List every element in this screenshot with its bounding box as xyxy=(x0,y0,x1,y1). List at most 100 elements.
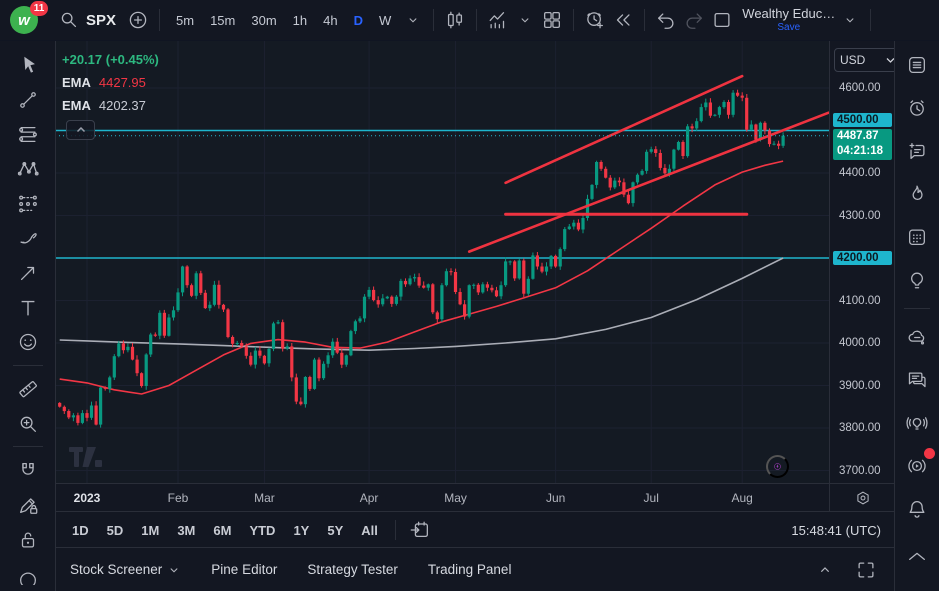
price-axis[interactable]: USD 4600.004400.004300.004100.004000.003… xyxy=(829,40,895,483)
fib-tool-button[interactable] xyxy=(9,117,47,151)
square-layout-icon xyxy=(711,9,733,31)
clock-utc[interactable]: 15:48:41 (UTC) xyxy=(791,523,885,538)
alert-price-label[interactable]: 4500.00 xyxy=(833,113,892,127)
pencil-lock-tool-button[interactable] xyxy=(9,488,47,522)
range-1m-button[interactable]: 1M xyxy=(134,519,166,542)
save-link[interactable]: Save xyxy=(777,22,800,33)
grid-layout-icon xyxy=(541,9,563,31)
layout-menu-button[interactable] xyxy=(837,6,863,34)
watchlist-panel-button[interactable] xyxy=(902,50,932,80)
live-indicator-dot xyxy=(924,448,935,459)
instant-trading-button[interactable] xyxy=(766,455,789,478)
forecast-tool-button[interactable] xyxy=(9,187,47,221)
chevron-down-icon xyxy=(406,13,420,27)
bar-replay-button[interactable] xyxy=(609,6,637,34)
brush-tool-button[interactable] xyxy=(9,221,47,255)
toolbar-divider xyxy=(13,446,43,447)
note-plus-panel-button[interactable] xyxy=(902,136,932,166)
create-alert-button[interactable] xyxy=(581,6,609,34)
maximize-panel-button[interactable] xyxy=(852,556,880,584)
trend-line-icon xyxy=(17,89,39,111)
candlestick-chart[interactable] xyxy=(55,40,830,483)
tab-strategy-tester[interactable]: Strategy Tester xyxy=(307,562,398,577)
goto-date-button[interactable] xyxy=(406,516,434,544)
axis-settings-corner xyxy=(829,484,895,512)
expand-panel-button[interactable] xyxy=(812,556,838,584)
chart-pane[interactable]: +20.17 (+0.45%) EMA 4427.95 EMA 4202.37 xyxy=(55,40,830,483)
ruler-tool-button[interactable] xyxy=(9,372,47,406)
indicator-row-ema-slow[interactable]: EMA 4202.37 xyxy=(62,95,159,118)
range-3m-button[interactable]: 3M xyxy=(170,519,202,542)
chart-settings-button[interactable] xyxy=(850,484,876,512)
timeframe-5m[interactable]: 5m xyxy=(169,9,201,32)
calendar-panel-button[interactable] xyxy=(902,222,932,252)
maximize-icon xyxy=(855,559,877,581)
toolbar-divider xyxy=(476,9,477,31)
timeframe-30m[interactable]: 30m xyxy=(244,9,283,32)
circle-partial-tool-button[interactable] xyxy=(9,557,47,591)
fib-icon xyxy=(17,123,39,145)
bell-icon xyxy=(906,498,928,520)
time-tick-Apr: Apr xyxy=(360,491,379,505)
save-layout-button[interactable] xyxy=(708,6,736,34)
flame-panel-button[interactable] xyxy=(902,179,932,209)
candles-icon xyxy=(444,9,466,31)
arrow-ne-tool-button[interactable] xyxy=(9,256,47,290)
indicators-button[interactable] xyxy=(484,6,512,34)
symbol-search-button[interactable]: SPX xyxy=(50,6,124,34)
time-axis-labels[interactable]: 2023FebMarAprMayJunJulAug xyxy=(55,484,830,512)
watchlist-icon xyxy=(906,54,928,76)
range-ytd-button[interactable]: YTD xyxy=(242,519,282,542)
text-tool-button[interactable] xyxy=(9,291,47,325)
ruler-icon xyxy=(17,378,39,400)
tab-stock-screener[interactable]: Stock Screener xyxy=(70,562,181,577)
cloud-panel-button[interactable] xyxy=(902,322,932,352)
bulb-waves-panel-button[interactable] xyxy=(902,408,932,438)
lock-tool-button[interactable] xyxy=(9,523,47,557)
cube-partial-panel-button[interactable] xyxy=(902,537,932,567)
bar-countdown: 04:21:18 xyxy=(837,144,888,159)
undo-button[interactable] xyxy=(652,6,680,34)
zoom-in-tool-button[interactable] xyxy=(9,407,47,441)
text-icon xyxy=(17,297,39,319)
timeframe-W[interactable]: W xyxy=(372,9,398,32)
chevron-down-icon xyxy=(843,13,857,27)
redo-button[interactable] xyxy=(680,6,708,34)
range-5y-button[interactable]: 5Y xyxy=(320,519,350,542)
bell-panel-button[interactable] xyxy=(902,494,932,524)
alarm-panel-button[interactable] xyxy=(902,93,932,123)
layout-grid-button[interactable] xyxy=(538,6,566,34)
range-5d-button[interactable]: 5D xyxy=(100,519,131,542)
cursor-tool-button[interactable] xyxy=(9,48,47,82)
user-menu-button[interactable]: w 11 xyxy=(8,5,42,35)
alert-price-label[interactable]: 4200.00 xyxy=(833,251,892,265)
chat-panel-button[interactable] xyxy=(902,365,932,395)
range-all-button[interactable]: All xyxy=(354,519,385,542)
xabcd-tool-button[interactable] xyxy=(9,152,47,186)
timeframe-menu-button[interactable] xyxy=(400,6,426,34)
tab-pine-editor[interactable]: Pine Editor xyxy=(211,562,277,577)
timeframe-D[interactable]: D xyxy=(347,9,370,32)
chart-style-button[interactable] xyxy=(441,6,469,34)
lock-icon xyxy=(17,529,39,551)
compare-add-symbol-button[interactable] xyxy=(124,6,152,34)
indicator-row-ema-fast[interactable]: EMA 4427.95 xyxy=(62,72,159,95)
live-panel-button[interactable] xyxy=(902,451,932,481)
emoji-tool-button[interactable] xyxy=(9,325,47,359)
timeframe-1h[interactable]: 1h xyxy=(286,9,314,32)
range-1y-button[interactable]: 1Y xyxy=(286,519,316,542)
timeframe-4h[interactable]: 4h xyxy=(316,9,344,32)
timeframe-15m[interactable]: 15m xyxy=(203,9,242,32)
tab-trading-panel[interactable]: Trading Panel xyxy=(428,562,512,577)
range-6m-button[interactable]: 6M xyxy=(206,519,238,542)
layout-title[interactable]: Wealthy Educ… Save xyxy=(742,7,835,32)
toolbar-divider xyxy=(159,9,160,31)
trend-line-tool-button[interactable] xyxy=(9,83,47,117)
bulb-panel-button[interactable] xyxy=(902,265,932,295)
indicator-templates-button[interactable] xyxy=(512,6,538,34)
last-price-label: 4487.8704:21:18 xyxy=(833,129,892,160)
range-1d-button[interactable]: 1D xyxy=(65,519,96,542)
collapse-legend-button[interactable] xyxy=(66,120,95,140)
magnet-tool-button[interactable] xyxy=(9,453,47,487)
currency-select[interactable]: USD xyxy=(834,48,901,72)
